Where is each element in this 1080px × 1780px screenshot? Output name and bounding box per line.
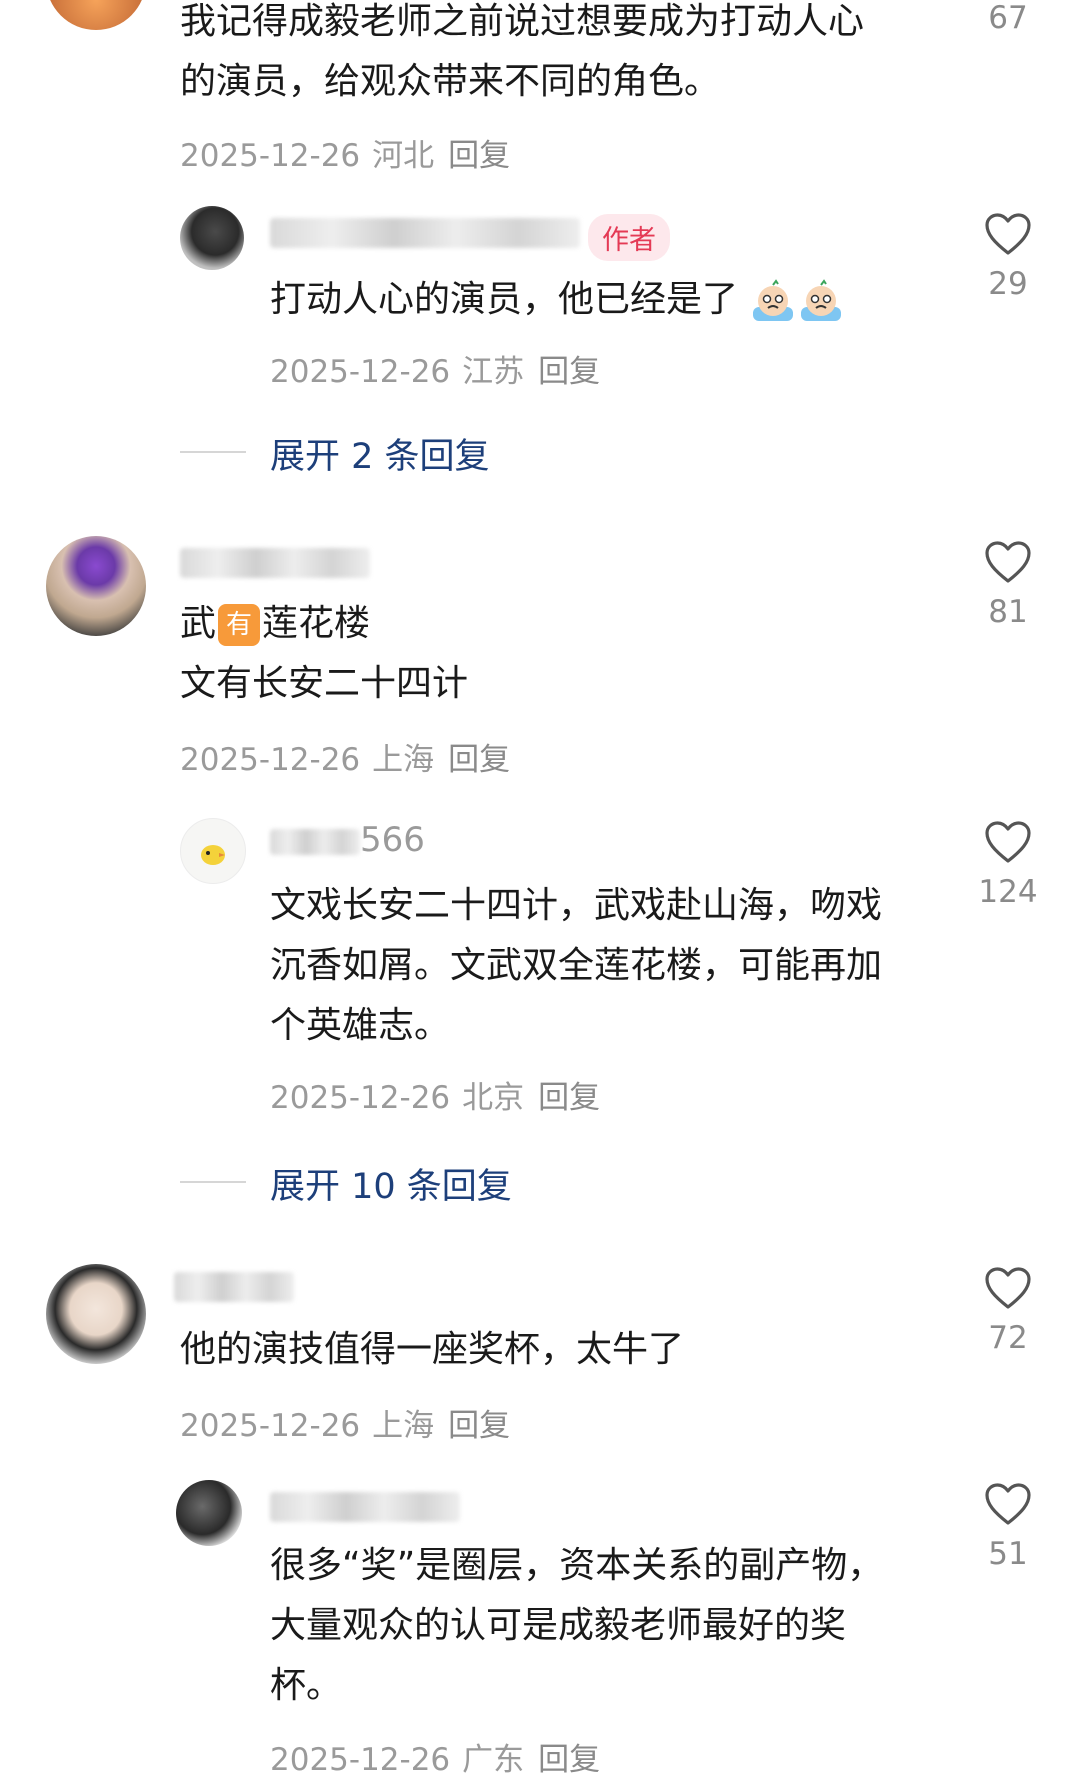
- comment-text: 文戏长安二十四计，武戏赴山海，吻戏 沉香如屑。文武双全莲花楼，可能再加 个英雄志…: [270, 885, 883, 1046]
- reply-button[interactable]: 回复: [448, 1408, 510, 1444]
- like-button[interactable]: 124: [968, 820, 1048, 910]
- comment-meta: 2025-12-26 上海 回复: [180, 734, 510, 779]
- reply-button[interactable]: 回复: [538, 1742, 600, 1778]
- like-button[interactable]: 51: [968, 1482, 1048, 1572]
- crying-face-emoji-icon: [753, 279, 794, 321]
- like-button[interactable]: 81: [968, 540, 1048, 630]
- avatar[interactable]: [46, 536, 146, 636]
- crying-face-emoji-icon: [801, 279, 842, 321]
- like-count: 29: [988, 266, 1028, 302]
- expand-replies-button[interactable]: 展开 10 条回复: [270, 1158, 512, 1209]
- comment-text: 打动人心的演员，他已经是了: [270, 270, 845, 330]
- like-button[interactable]: 72: [968, 1266, 1048, 1356]
- avatar[interactable]: [180, 818, 246, 884]
- heart-outline-icon: [985, 213, 1031, 255]
- divider: [180, 1181, 246, 1183]
- like-count: 81: [988, 594, 1028, 630]
- comment-text: 很多“奖”是圈层，资本关系的副产物， 大量观众的认可是成毅老师最好的奖 杯。: [270, 1545, 884, 1706]
- comment-meta: 2025-12-26 河北 回复: [180, 130, 510, 175]
- like-button[interactable]: 29: [968, 212, 1048, 302]
- like-count: 124: [978, 874, 1038, 910]
- heart-outline-icon: [985, 1267, 1031, 1309]
- username[interactable]: 566: [270, 820, 425, 860]
- reply-button[interactable]: 回复: [448, 138, 510, 174]
- like-count: 72: [988, 1320, 1028, 1356]
- comment-date: 2025-12-26: [180, 138, 361, 174]
- heart-outline-icon: [985, 1483, 1031, 1525]
- avatar[interactable]: [46, 0, 146, 30]
- comment-location: 上海: [372, 1408, 435, 1444]
- comment-meta: 2025-12-26 上海 回复: [180, 1400, 510, 1445]
- comment-meta: 2025-12-26 广东 回复: [270, 1734, 600, 1779]
- username-blurred[interactable]: [174, 1272, 294, 1302]
- comment-text: 我记得成毅老师之前说过想要成为打动人心 的演员，给观众带来不同的角色。: [180, 1, 865, 102]
- reply-button[interactable]: 回复: [448, 742, 510, 778]
- avatar[interactable]: [180, 206, 244, 270]
- expand-replies-button[interactable]: 展开 2 条回复: [270, 428, 490, 479]
- comment-meta: 2025-12-26 江苏 回复: [270, 346, 600, 391]
- username-blurred[interactable]: [180, 548, 370, 578]
- duck-icon: [201, 845, 225, 865]
- comment-location: 江苏: [462, 354, 525, 390]
- comment-text: 武有莲花楼 文有长安二十四计: [180, 603, 469, 704]
- comment-date: 2025-12-26: [180, 742, 361, 778]
- divider: [180, 451, 246, 453]
- heart-outline-icon: [985, 541, 1031, 583]
- tag-badge: 有: [218, 604, 261, 646]
- comment-text: 他的演技值得一座奖杯，太牛了: [180, 1329, 685, 1370]
- like-button[interactable]: 67: [968, 0, 1048, 36]
- comment-location: 北京: [462, 1080, 525, 1116]
- comment-date: 2025-12-26: [270, 1742, 451, 1778]
- avatar[interactable]: [176, 1480, 242, 1546]
- comment-location: 河北: [372, 138, 435, 174]
- username-blurred[interactable]: [270, 1492, 460, 1522]
- reply-button[interactable]: 回复: [538, 1080, 600, 1116]
- username-blurred[interactable]: [270, 218, 580, 248]
- comment-date: 2025-12-26: [180, 1408, 361, 1444]
- comment-location: 广东: [462, 1742, 525, 1778]
- reply-button[interactable]: 回复: [538, 354, 600, 390]
- comment-date: 2025-12-26: [270, 1080, 451, 1116]
- author-badge: 作者: [588, 214, 670, 261]
- comment-location: 上海: [372, 742, 435, 778]
- avatar[interactable]: [46, 1264, 146, 1364]
- comment-date: 2025-12-26: [270, 354, 451, 390]
- like-count: 67: [988, 0, 1028, 36]
- comment-meta: 2025-12-26 北京 回复: [270, 1072, 600, 1117]
- heart-outline-icon: [985, 821, 1031, 863]
- like-count: 51: [988, 1536, 1028, 1572]
